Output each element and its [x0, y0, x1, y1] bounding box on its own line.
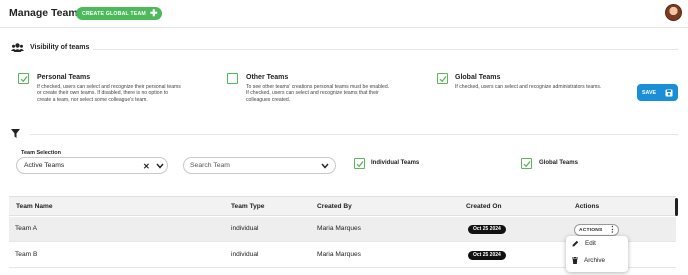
global-teams-filter-label: Global Teams: [539, 160, 578, 166]
clear-icon[interactable]: ✕: [143, 162, 150, 171]
create-global-team-button[interactable]: CREATE GLOBAL TEAM ✚: [76, 7, 162, 20]
personal-teams-title: Personal Teams: [37, 74, 91, 81]
other-teams-title: Other Teams: [246, 74, 289, 81]
divider: [30, 134, 678, 135]
personal-teams-checkbox[interactable]: [18, 73, 29, 84]
individual-teams-checkbox[interactable]: [354, 158, 365, 169]
table-header: Team Name Team Type Created By Created O…: [9, 196, 676, 216]
search-team-dropdown[interactable]: Search Team: [183, 157, 336, 174]
team-type-cell: individual: [231, 225, 259, 232]
table-scrollbar[interactable]: [675, 198, 678, 216]
menu-item-edit[interactable]: Edit: [572, 240, 596, 247]
global-teams-description: If checked, users can select and recogni…: [455, 84, 602, 90]
global-teams-visibility-checkbox[interactable]: [437, 73, 448, 84]
menu-item-archive[interactable]: Archive: [572, 257, 605, 264]
avatar[interactable]: [665, 4, 682, 21]
search-team-placeholder: Search Team: [190, 162, 230, 169]
team-name-cell: Team B: [15, 251, 38, 258]
personal-teams-description: If checked, users can select and recogni…: [37, 84, 181, 103]
kebab-menu-icon: ⋮: [608, 225, 617, 234]
team-selection-value: Active Teams: [24, 162, 65, 169]
chevron-down-icon[interactable]: [156, 163, 164, 169]
team-selection-dropdown[interactable]: Active Teams ✕: [16, 157, 168, 174]
actions-menu: Edit Archive: [566, 236, 628, 272]
team-selection-label: Team Selection: [21, 150, 61, 156]
created-by-cell: Maria Marques: [317, 251, 361, 258]
global-teams-filter-checkbox[interactable]: [521, 158, 532, 169]
users-icon: [11, 43, 24, 52]
pencil-icon: [572, 240, 579, 247]
page-title: Manage Teams: [9, 7, 84, 19]
divider: [93, 49, 678, 50]
column-header-team-name[interactable]: Team Name: [16, 203, 53, 210]
visibility-title: Visibility of teams: [30, 44, 90, 51]
column-header-team-type[interactable]: Team Type: [231, 203, 264, 210]
column-header-created-on[interactable]: Created On: [466, 203, 502, 210]
other-teams-checkbox[interactable]: [227, 73, 238, 84]
save-label: SAVE: [642, 89, 657, 96]
trash-icon: [572, 257, 578, 264]
actions-button[interactable]: ACTIONS ⋮: [574, 224, 619, 236]
create-global-team-label: CREATE GLOBAL TEAM: [82, 10, 146, 17]
individual-teams-label: Individual Teams: [371, 160, 420, 166]
actions-label: ACTIONS: [579, 227, 603, 233]
other-teams-description: To see other teams' creations personal t…: [246, 84, 390, 103]
created-on-badge: Oct 25 2024: [468, 251, 506, 260]
menu-item-archive-label: Archive: [584, 257, 605, 264]
visibility-section-header: Visibility of teams: [11, 43, 89, 52]
team-type-cell: individual: [231, 251, 259, 258]
filter-icon: [11, 129, 20, 138]
plus-icon: ✚: [149, 8, 158, 18]
save-icon: [665, 89, 673, 96]
menu-item-edit-label: Edit: [585, 240, 596, 247]
column-header-created-by[interactable]: Created By: [317, 203, 352, 210]
created-by-cell: Maria Marques: [317, 225, 361, 232]
column-header-actions: Actions: [575, 203, 600, 210]
global-teams-title: Global Teams: [455, 74, 501, 81]
team-name-cell: Team A: [15, 225, 37, 232]
page-header: Manage Teams CREATE GLOBAL TEAM ✚: [0, 0, 688, 28]
created-on-badge: Oct 25 2024: [468, 225, 506, 234]
save-button[interactable]: SAVE: [637, 84, 678, 101]
chevron-down-icon[interactable]: [321, 163, 329, 169]
